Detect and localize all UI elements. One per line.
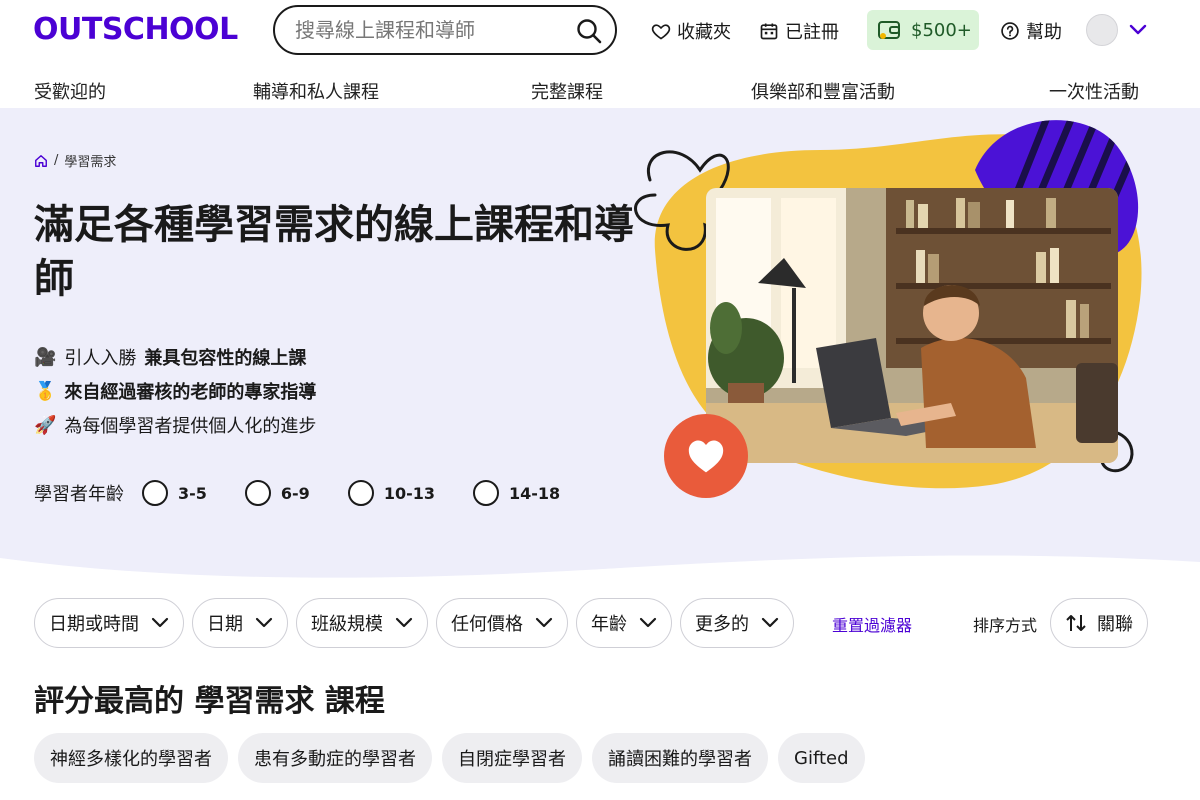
bullet-text: 引人入勝 [64,348,137,369]
age-option-14-18[interactable]: 14-18 [472,480,561,506]
medal-icon: 🥇 [34,380,57,402]
home-icon[interactable] [34,154,48,168]
reset-filters-link[interactable]: 重置過濾器 [832,612,912,636]
chevron-down-icon [151,617,169,628]
bullet-experts: 🥇 來自經過審核的老師的專家指導 [34,374,316,408]
tag-neurodiverse[interactable]: 神經多樣化的學習者 [34,733,228,783]
section-title: 評分最高的 學習需求 課程 [34,684,385,719]
nav-popular[interactable]: 受歡迎的 [34,78,106,104]
saved-link[interactable]: 收藏夾 [651,18,731,44]
age-option-6-9[interactable]: 6-9 [244,480,310,506]
radio-button[interactable] [347,480,374,506]
tag-autism[interactable]: 自閉症學習者 [442,733,582,783]
camera-icon: 🎥 [34,346,57,368]
search-icon[interactable] [575,17,603,45]
breadcrumb-current: 學習需求 [64,155,117,170]
sort-button[interactable]: 關聯 [1050,598,1148,648]
outschool-logo[interactable]: OUTSCHOOL [33,12,238,47]
learner-tags: 神經多樣化的學習者 患有多動症的學習者 自閉症學習者 誦讀困難的學習者 Gift… [34,733,865,783]
category-nav: 受歡迎的 輔導和私人課程 完整課程 俱樂部和豐富活動 一次性活動 [0,70,1200,108]
nav-one-time[interactable]: 一次性活動 [1049,78,1139,104]
help-label: 幫助 [1026,22,1062,43]
heart-icon [651,24,671,40]
help-icon [1001,22,1019,40]
tag-dyslexia[interactable]: 誦讀困難的學習者 [592,733,768,783]
bullet-engaging: 🎥 引人入勝 兼具包容性的線上課 [34,340,316,374]
filter-price[interactable]: 任何價格 [436,598,568,648]
credit-badge[interactable]: $500+ [867,10,979,50]
sort-value: 關聯 [1097,614,1133,635]
filter-label: 年齡 [591,614,627,635]
bullet-progress: 🚀 為每個學習者提供個人化的進步 [34,408,316,442]
age-option-label: 14-18 [508,483,561,503]
hero-bullets: 🎥 引人入勝 兼具包容性的線上課 🥇 來自經過審核的老師的專家指導 🚀 為每個學… [34,340,316,442]
filter-label: 日期 [207,614,243,635]
filter-age[interactable]: 年齡 [576,598,672,648]
age-option-3-5[interactable]: 3-5 [142,480,207,506]
help-link[interactable]: 幫助 [1000,18,1062,44]
enrolled-label: 已註冊 [785,22,839,43]
filter-label: 班級規模 [311,614,383,635]
favorite-badge[interactable] [664,414,748,498]
bullet-bold: 兼具包容性的線上課 [144,348,307,369]
breadcrumb: / 學習需求 [34,151,116,170]
bullet-text: 為每個學習者提供個人化的進步 [64,416,317,437]
filter-date-time[interactable]: 日期或時間 [34,598,184,648]
top-header: OUTSCHOOL 收藏夾 已註冊 $500+ [0,0,1200,62]
chevron-down-icon [639,617,657,628]
tag-adhd[interactable]: 患有多動症的學習者 [238,733,432,783]
radio-button[interactable] [244,480,271,506]
nav-tutoring[interactable]: 輔導和私人課程 [253,78,379,104]
age-option-label: 6-9 [280,483,310,503]
nav-clubs[interactable]: 俱樂部和豐富活動 [751,78,895,104]
credit-amount: $500+ [911,19,972,41]
filter-more[interactable]: 更多的 [680,598,794,648]
chevron-down-icon [255,617,273,628]
breadcrumb-separator: / [54,153,59,168]
filter-label: 更多的 [695,614,749,635]
sort-arrows-icon [1066,615,1086,631]
search-input[interactable] [295,18,565,42]
chevron-down-icon [761,617,779,628]
enrolled-link[interactable]: 已註冊 [759,18,839,44]
radio-button[interactable] [472,480,499,506]
chevron-down-icon [395,617,413,628]
filter-label: 任何價格 [451,614,523,635]
avatar[interactable] [1086,14,1118,46]
chevron-down-icon[interactable] [1128,22,1148,38]
filter-date[interactable]: 日期 [192,598,288,648]
radio-button[interactable] [142,480,168,506]
heart-icon [688,440,724,473]
wallet-icon [878,21,900,39]
rocket-icon: 🚀 [34,414,57,436]
calendar-icon [760,23,778,40]
filter-class-size[interactable]: 班級規模 [296,598,428,648]
hero-photo [706,188,1118,463]
age-option-label: 10-13 [383,483,435,503]
filter-label: 日期或時間 [49,614,139,635]
page-title: 滿足各種學習需求的線上課程和導師 [34,202,634,302]
age-selector: 學習者年齡 3-5 6-9 10-13 14-18 [34,477,598,509]
filter-bar: 日期或時間 日期 班級規模 任何價格 年齡 更多的 [34,598,794,648]
age-label: 學習者年齡 [34,484,124,505]
sort-label: 排序方式 [973,616,1038,635]
age-option-label: 3-5 [178,483,207,503]
bullet-bold: 來自經過審核的老師的專家指導 [64,382,317,403]
nav-full-courses[interactable]: 完整課程 [531,78,603,104]
saved-label: 收藏夾 [677,22,731,43]
hero-wave-divider [0,555,1200,590]
tag-gifted[interactable]: Gifted [778,733,865,783]
search-bar[interactable] [273,5,617,55]
chevron-down-icon [535,617,553,628]
age-option-10-13[interactable]: 10-13 [347,480,435,506]
